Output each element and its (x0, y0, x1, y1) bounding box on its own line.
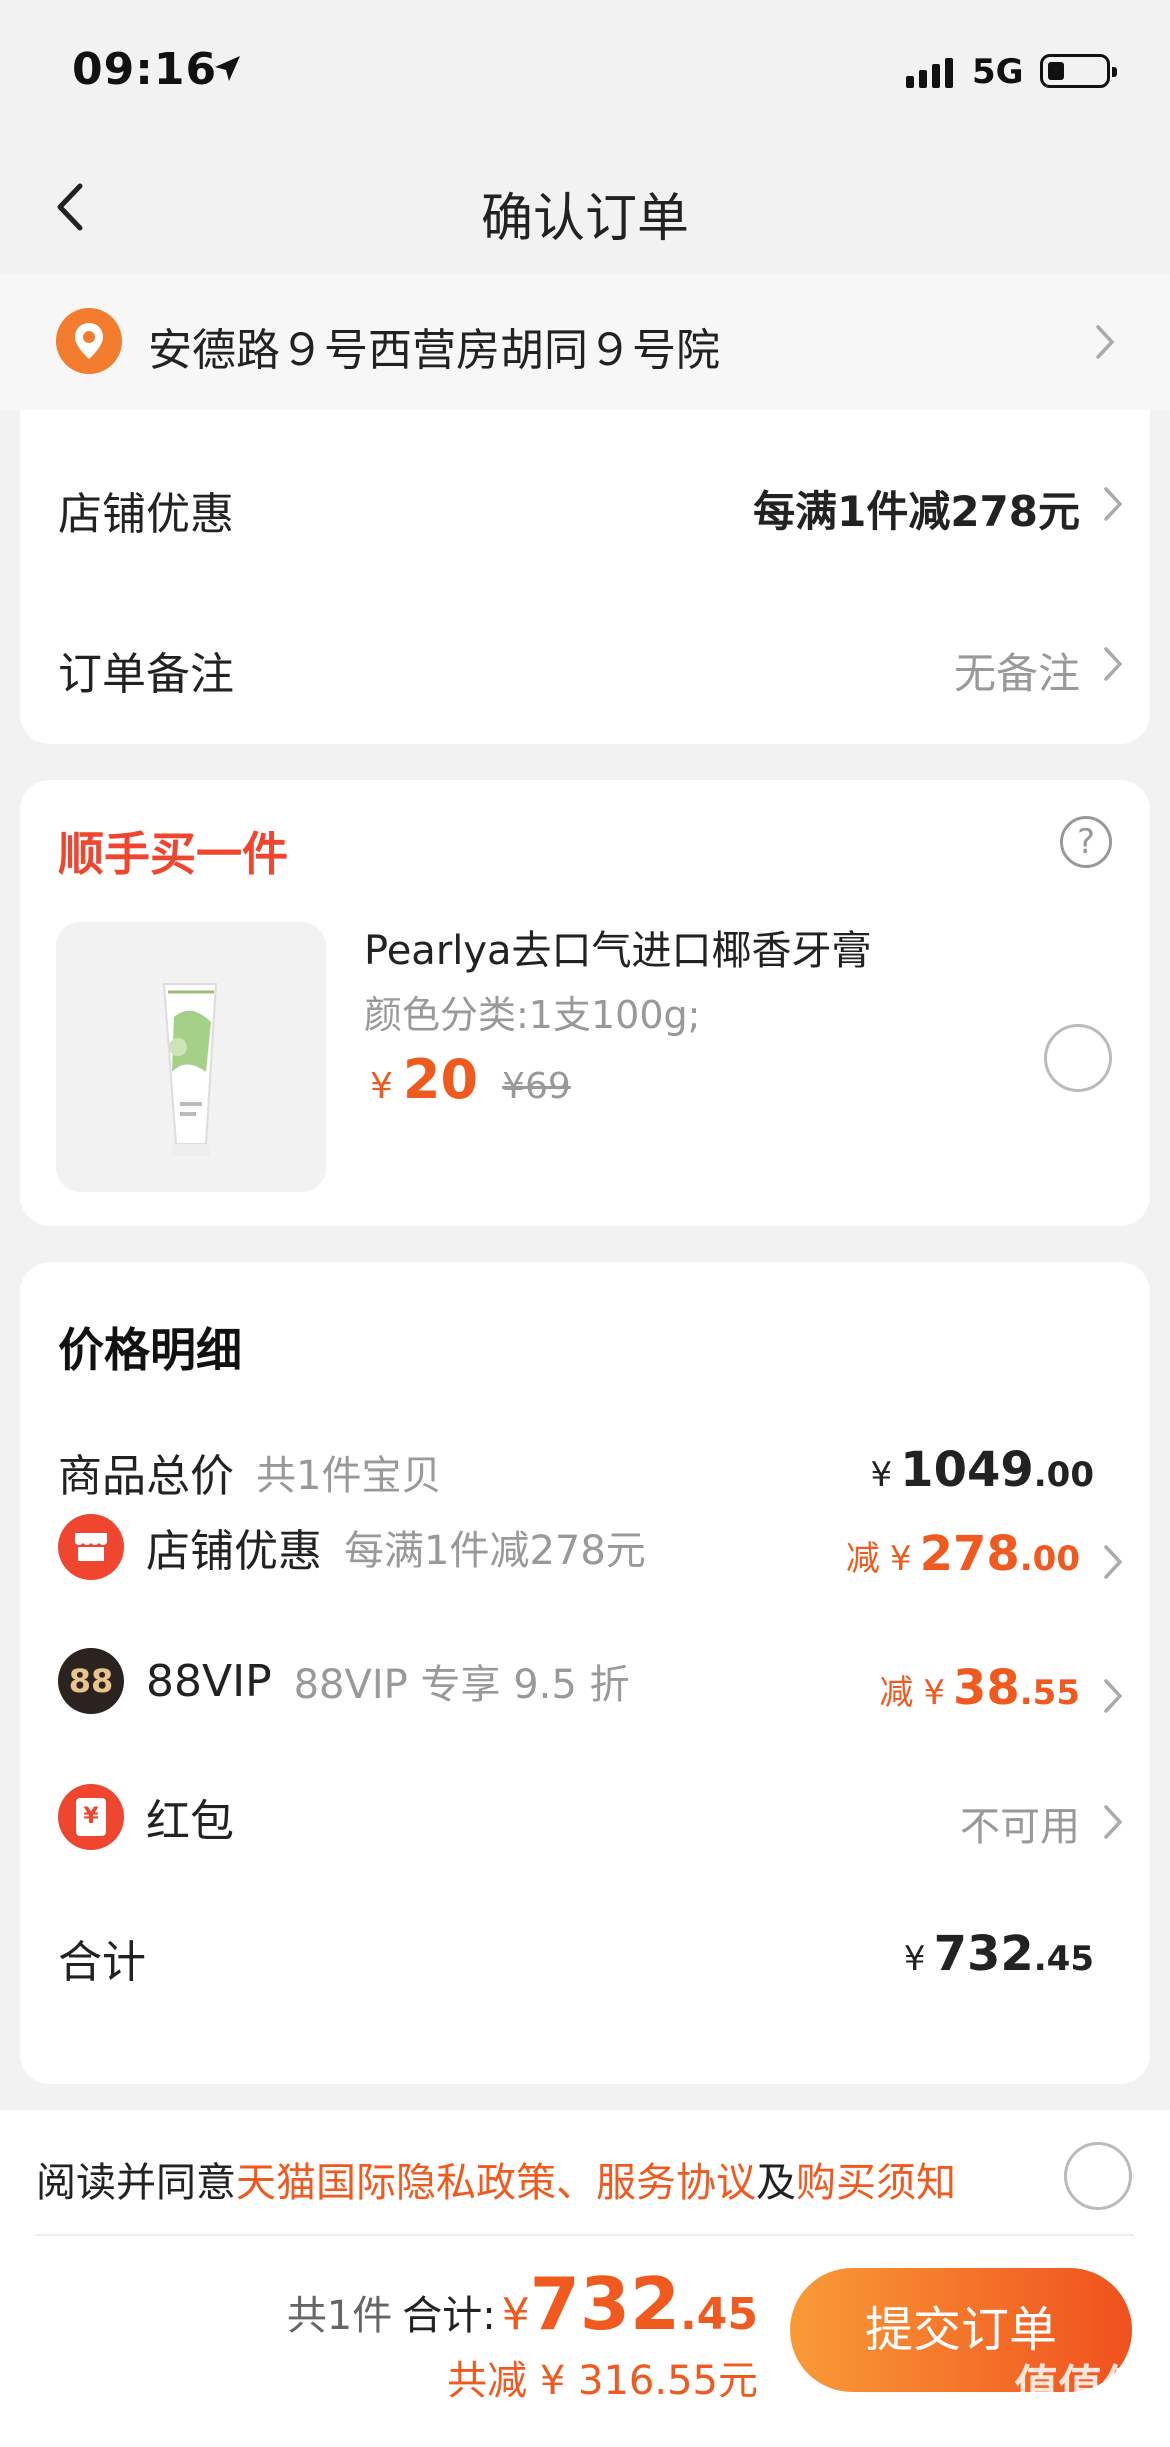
total-amount: ¥ 1049 .00 (871, 1442, 1094, 1498)
redpacket-value: 不可用 (960, 1804, 1080, 1850)
total-label: 商品总价 (58, 1451, 234, 1502)
currency-symbol: ¥ (889, 1539, 912, 1579)
amount-dec: .55 (1019, 1673, 1080, 1713)
total-int: 732 (529, 2262, 681, 2346)
network-type: 5G (972, 52, 1024, 92)
order-note-value[interactable]: 无备注 (954, 640, 1080, 701)
page-title: 确认订单 (480, 189, 689, 249)
price-value: 20 (402, 1048, 479, 1111)
vip-label: 88VIP (146, 1655, 272, 1707)
watermark-text: 值值值 (1014, 2361, 1147, 2412)
amount-dec: .00 (1019, 1539, 1080, 1579)
watermark: 值值值 zhizhizhi.com (1013, 2350, 1148, 2438)
redpacket-row[interactable]: ¥ 红包 (58, 1784, 234, 1850)
sum-amount: ¥ 732 .45 (904, 1926, 1094, 1982)
currency-symbol: ¥ (923, 1673, 945, 1713)
store-icon (58, 1514, 124, 1580)
total-sub: 共1件宝贝 (256, 1453, 442, 1499)
address-text: 安德路９号西营房胡同９号院 (148, 325, 720, 376)
vip-discount-amount: 减 ¥ 38 .55 (879, 1660, 1080, 1716)
original-price: ¥69 (502, 1066, 571, 1107)
store-discount-label: 店铺优惠 (58, 489, 234, 540)
status-time: 09:16 (72, 44, 218, 95)
vip-88-icon: 88 (58, 1648, 124, 1714)
amount-dec: .00 (1033, 1455, 1094, 1495)
service-agreement-link[interactable]: 服务协议 (596, 2160, 756, 2206)
amount-int: 1049 (900, 1442, 1034, 1498)
sum-label: 合计 (58, 1937, 146, 1988)
chevron-right-icon (1104, 647, 1123, 681)
currency-symbol: ¥ (370, 1066, 393, 1107)
chevron-right-icon (1104, 1805, 1123, 1839)
location-arrow-icon (215, 56, 240, 81)
product-name[interactable]: Pearlya去口气进口椰香牙膏 (364, 918, 872, 976)
currency-symbol: ¥ (870, 1455, 893, 1495)
amount-int: 732 (933, 1926, 1034, 1982)
addon-card: 顺手买一件 ? Pearlya去口气进口椰香牙膏 颜色分类:1支100g; ¥ … (20, 780, 1150, 1226)
price-detail-title: 价格明细 (58, 1323, 242, 1377)
amount-int: 278 (919, 1526, 1020, 1582)
status-bar: 09:16 5G (0, 0, 1170, 150)
agree-prefix: 阅读并同意 (36, 2160, 236, 2206)
product-image[interactable] (56, 922, 326, 1192)
store-discount-sub: 每满1件减278元 (344, 1528, 646, 1574)
help-icon[interactable]: ? (1060, 816, 1112, 868)
address-row[interactable]: 安德路９号西营房胡同９号院 (0, 274, 1170, 410)
addon-title: 顺手买一件 (58, 827, 288, 881)
checkout-total: 共1件 合计: ¥ 732 .45 (287, 2262, 758, 2346)
currency-symbol: ¥ (501, 2289, 530, 2340)
checkout-bar: 阅读并同意天猫国际隐私政策、服务协议及购买须知 共1件 合计: ¥ 732 .4… (0, 2110, 1170, 2447)
store-discount-amount: 减 ¥ 278 .00 (846, 1526, 1080, 1582)
product-price: ¥ 20 ¥69 (370, 1048, 571, 1111)
agree-checkbox[interactable] (1064, 2142, 1132, 2210)
chevron-right-icon (1096, 325, 1115, 359)
store-discount-value[interactable]: 每满1件减278元 (753, 478, 1080, 539)
battery-icon (1040, 54, 1117, 88)
vip-sub: 88VIP 专享 9.5 折 (293, 1662, 630, 1708)
chevron-right-icon (1104, 487, 1123, 521)
vip-row[interactable]: 88 88VIP 88VIP 专享 9.5 折 (58, 1648, 630, 1714)
amount-dec: .45 (1033, 1939, 1094, 1979)
chevron-right-icon (1104, 1545, 1123, 1579)
total-row-label: 商品总价 共1件宝贝 (58, 1440, 441, 1504)
nav-bar: 确认订单 (0, 150, 1170, 270)
chevron-right-icon (1104, 1679, 1123, 1713)
minus-prefix: 减 (879, 1673, 914, 1713)
order-options-card: 店铺优惠 每满1件减278元 订单备注 无备注 (20, 410, 1150, 744)
store-discount-row[interactable]: 店铺优惠 每满1件减278元 (58, 1514, 646, 1580)
sum-row-label: 合计 (58, 1926, 146, 1990)
divider (36, 2234, 1134, 2236)
separator: 、 (556, 2160, 596, 2206)
minus-prefix: 减 (845, 1539, 880, 1579)
redpacket-label: 红包 (146, 1796, 234, 1847)
item-count: 共1件 (286, 2293, 393, 2339)
product-spec: 颜色分类:1支100g; (364, 993, 701, 1037)
location-pin-icon (56, 308, 122, 374)
addon-select-radio[interactable] (1044, 1024, 1112, 1092)
total-label: 合计: (402, 2293, 496, 2339)
amount-int: 38 (952, 1660, 1020, 1716)
agreement-text: 阅读并同意天猫国际隐私政策、服务协议及购买须知 (36, 2150, 956, 2208)
toothpaste-image (162, 983, 218, 1156)
red-packet-glyph: ¥ (76, 1798, 106, 1836)
total-dec: .45 (680, 2289, 758, 2340)
purchase-notice-link[interactable]: 购买须知 (796, 2160, 956, 2206)
order-note-label: 订单备注 (58, 649, 234, 700)
price-detail-card: 价格明细 商品总价 共1件宝贝 ¥ 1049 .00 店铺优惠 每满1件减278… (20, 1262, 1150, 2084)
signal-icon (906, 58, 953, 88)
currency-symbol: ¥ (903, 1939, 926, 1979)
watermark-sub: zhizhizhi.com (1012, 2414, 1148, 2438)
privacy-policy-link[interactable]: 天猫国际隐私政策 (236, 2160, 556, 2206)
and-text: 及 (756, 2160, 796, 2206)
red-packet-icon: ¥ (58, 1784, 124, 1850)
store-discount-label: 店铺优惠 (146, 1526, 322, 1577)
total-saved: 共减 ¥ 316.55元 (447, 2358, 758, 2404)
